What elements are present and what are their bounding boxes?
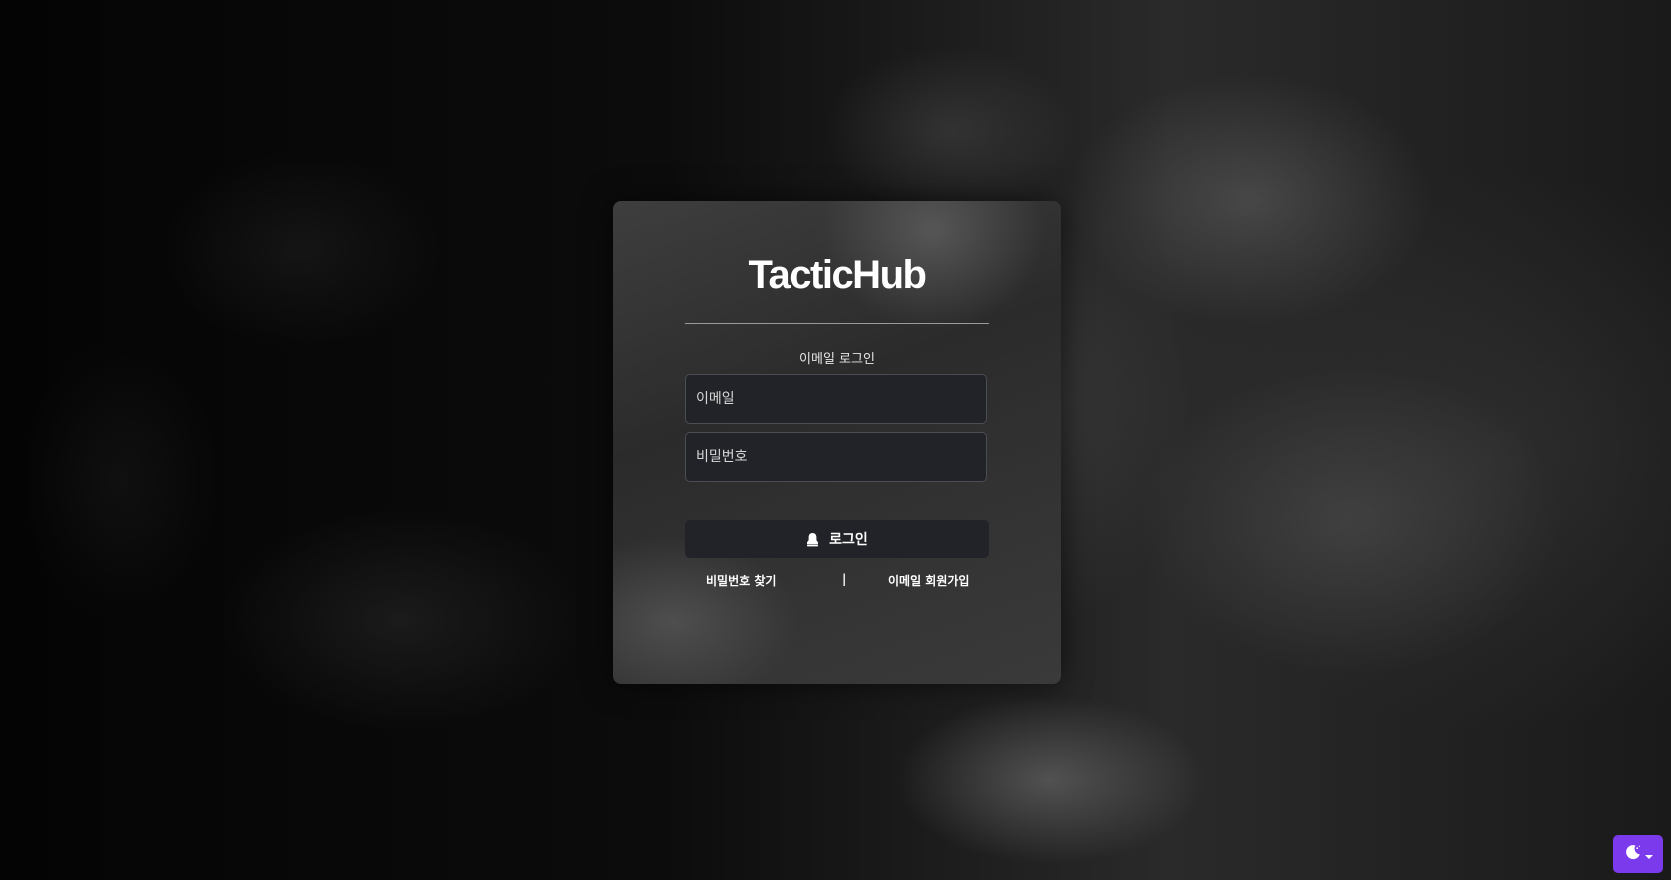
theme-toggle-button[interactable] [1613,835,1663,873]
password-field[interactable] [685,432,987,482]
moon-icon [1624,843,1642,865]
divider [685,323,989,324]
login-subtitle: 이메일 로그인 [799,352,875,367]
user-icon [806,532,819,547]
email-signup-link[interactable]: 이메일 회원가입 [888,572,969,589]
login-card: TacticHub 이메일 로그인 로그인 비밀번호 찾기 | 이메일 회원가입 [613,201,1061,684]
email-field[interactable] [685,374,987,424]
caret-down-icon [1644,845,1653,864]
find-password-link[interactable]: 비밀번호 찾기 [706,572,776,589]
link-separator: | [842,572,847,586]
login-button-label: 로그인 [829,532,868,548]
auth-links: 비밀번호 찾기 | 이메일 회원가입 [685,572,989,590]
app-logo: TacticHub [748,253,927,297]
login-button[interactable]: 로그인 [685,520,989,558]
